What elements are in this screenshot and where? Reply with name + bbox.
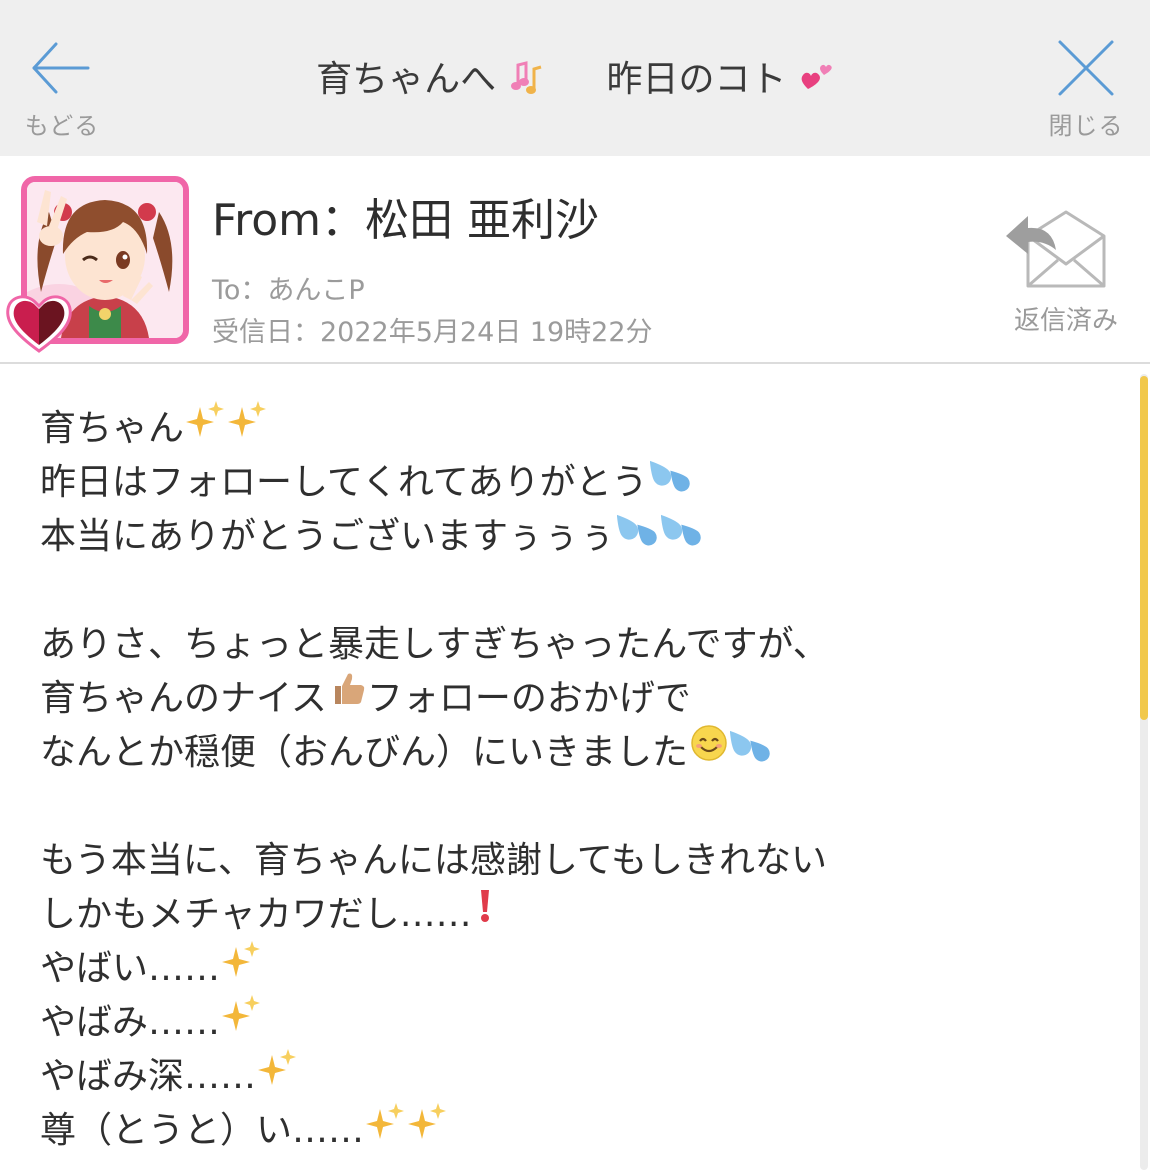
message-line: もう本当に、育ちゃんには感謝してもしきれない <box>40 834 1120 888</box>
message-line: やばい…… <box>40 939 1120 996</box>
close-label: 閉じる <box>1048 112 1124 140</box>
exclamation-mark-icon <box>474 886 496 940</box>
sparkles-icon <box>258 1047 298 1103</box>
title-part-1: 育ちゃんへ <box>316 59 497 100</box>
sparkles-icon <box>222 993 262 1049</box>
sparkles-icon <box>408 1101 448 1157</box>
message-line-text: 本当にありがとうございますぅぅぅ <box>40 516 615 557</box>
close-button[interactable]: 閉じる <box>1026 30 1146 146</box>
page-title: 育ちゃんへ 昨日のコト <box>230 50 920 102</box>
message-line: 昨日はフォローしてくれてありがとう <box>40 456 1120 510</box>
message-line: なんとか穏便（おんびん）にいきました <box>40 723 1120 780</box>
header-bar: もどる 育ちゃんへ 昨日のコト 閉じる <box>0 0 1150 156</box>
sweat-drops-icon <box>729 723 772 779</box>
sweat-drops-icon <box>660 507 703 563</box>
message-line-text: やばみ…… <box>40 1002 221 1043</box>
scrollbar[interactable] <box>1140 374 1148 1170</box>
replied-status[interactable]: 返信済み <box>998 206 1134 336</box>
sender-info: From：松田 亜利沙 To：あんこP 受信日：2022年5月24日 19時22… <box>0 156 1150 364</box>
message-line-text: ありさ、ちょっと暴走しすぎちゃったんですが、 <box>40 624 829 665</box>
message-line <box>40 780 1120 834</box>
message-line-text: 育ちゃんのナイス <box>40 678 327 719</box>
message-line-text: やばい…… <box>40 948 221 989</box>
sweat-drops-icon <box>616 507 659 563</box>
thumbs-up-icon <box>329 670 367 724</box>
sparkles-icon <box>228 399 268 455</box>
scrollbar-thumb[interactable] <box>1140 376 1148 720</box>
message-line: しかもメチャカワだし…… <box>40 888 1120 942</box>
heart-badge-icon <box>6 295 72 353</box>
message-line-text: なんとか穏便（おんびん）にいきました <box>40 732 689 773</box>
message-line-text: もう本当に、育ちゃんには感謝してもしきれない <box>40 840 827 881</box>
from-field: From：松田 亜利沙 <box>212 195 599 246</box>
sparkles-icon <box>186 399 226 455</box>
sweat-drops-icon <box>649 453 692 509</box>
two-hearts-icon <box>801 64 832 89</box>
message-line <box>40 564 1120 618</box>
message-line-tail: フォローのおかげで <box>366 678 691 719</box>
message-line: 育ちゃん <box>40 399 1120 456</box>
smiling-face-icon <box>690 724 728 778</box>
message-line: 本当にありがとうございますぅぅぅ <box>40 510 1120 564</box>
close-icon <box>1058 40 1114 96</box>
title-part-2: 昨日のコト <box>606 59 787 100</box>
message-line: やばみ深…… <box>40 1047 1120 1104</box>
message-line: 育ちゃんのナイス フォローのおかげで <box>40 672 1120 726</box>
sparkles-icon <box>366 1101 406 1157</box>
message-line-text: 育ちゃん <box>40 408 185 449</box>
message-line-text: 昨日はフォローしてくれてありがとう <box>40 462 648 503</box>
arrow-left-icon <box>32 42 90 94</box>
message-text: 育ちゃん昨日はフォローしてくれてありがとう 本当にありがとうございますぅぅぅありさ… <box>40 399 1120 1158</box>
message-line-text: やばみ深…… <box>40 1056 257 1097</box>
message-line-text: しかもメチャカワだし…… <box>40 894 472 935</box>
back-button[interactable]: もどる <box>2 30 122 146</box>
message-line: 尊（とうと）い…… <box>40 1101 1120 1158</box>
replied-label: 返信済み <box>1013 306 1118 336</box>
music-notes-icon <box>510 61 541 94</box>
to-field: To：あんこP <box>212 275 365 306</box>
message-line: ありさ、ちょっと暴走しすぎちゃったんですが、 <box>40 618 1120 672</box>
received-date: 受信日：2022年5月24日 19時22分 <box>212 317 653 348</box>
replied-envelope-icon <box>1006 210 1106 288</box>
message-line-text: 尊（とうと）い…… <box>40 1110 365 1151</box>
message-line: やばみ…… <box>40 993 1120 1050</box>
back-label: もどる <box>24 112 100 140</box>
mail-screen: もどる 育ちゃんへ 昨日のコト 閉じる From：松田 亜利沙 To：あんこP … <box>0 0 1150 1170</box>
message-body: 育ちゃん昨日はフォローしてくれてありがとう 本当にありがとうございますぅぅぅありさ… <box>0 364 1150 1170</box>
sparkles-icon <box>222 939 262 995</box>
